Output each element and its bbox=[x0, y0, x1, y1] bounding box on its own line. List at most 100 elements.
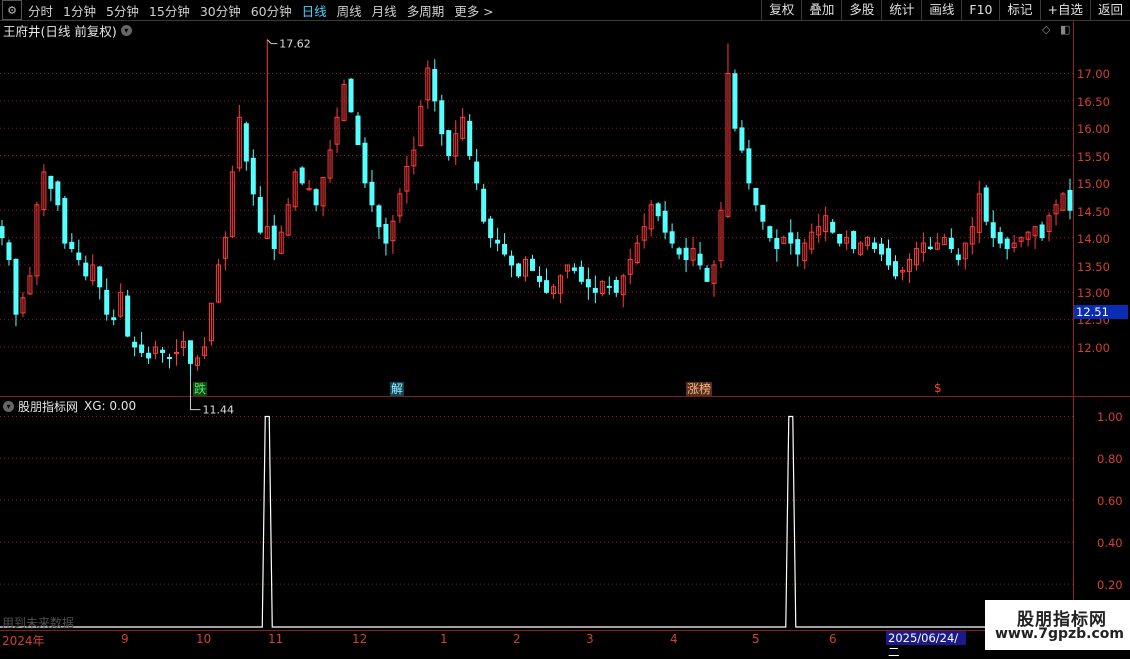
candle-body bbox=[111, 317, 117, 321]
indicator-tick: 1.00 bbox=[1097, 410, 1123, 424]
candle-body bbox=[243, 123, 249, 162]
candle-body bbox=[432, 69, 438, 102]
candle-body bbox=[13, 258, 19, 315]
price-tick: 14.50 bbox=[1077, 205, 1110, 219]
candle-body bbox=[739, 127, 745, 151]
candle-body bbox=[348, 78, 354, 113]
candle-body bbox=[578, 266, 584, 282]
price-tick: 16.00 bbox=[1077, 122, 1110, 136]
indicator-value: XG: 0.00 bbox=[84, 399, 137, 413]
candle-body bbox=[383, 223, 389, 244]
date-tick: 2 bbox=[513, 632, 521, 646]
candle-body bbox=[697, 253, 703, 266]
candle-body bbox=[1067, 189, 1073, 211]
candle-body bbox=[830, 221, 836, 233]
candle-body bbox=[983, 187, 989, 222]
price-tick: 13.00 bbox=[1077, 286, 1110, 300]
candle-body bbox=[760, 204, 766, 222]
candle-body bbox=[927, 246, 933, 250]
candle-body bbox=[774, 238, 780, 250]
candle-body bbox=[6, 242, 12, 260]
high-pointer bbox=[266, 39, 278, 45]
price-tick: 14.00 bbox=[1077, 232, 1110, 246]
candle-body bbox=[139, 344, 145, 353]
candle-body bbox=[467, 120, 473, 157]
candle-body bbox=[446, 130, 452, 157]
date-tick: 9 bbox=[121, 632, 129, 646]
high-label: 17.62 bbox=[279, 38, 311, 51]
candle-body bbox=[495, 239, 501, 244]
candle-body bbox=[606, 285, 612, 288]
price-tick: 13.50 bbox=[1077, 260, 1110, 274]
price-tick: 17.00 bbox=[1077, 67, 1110, 81]
candle-body bbox=[104, 289, 110, 315]
candle-body bbox=[167, 357, 173, 360]
candle-body bbox=[69, 241, 75, 250]
candle-body bbox=[97, 266, 103, 288]
marker-jie[interactable]: 解 bbox=[390, 382, 405, 396]
candle-body bbox=[83, 262, 89, 277]
candle-body bbox=[271, 225, 277, 250]
candle-body bbox=[837, 234, 843, 244]
candle-body bbox=[76, 252, 82, 260]
date-tick: 11 bbox=[268, 632, 284, 646]
candle-body bbox=[313, 189, 319, 206]
indicator-tick: 0.40 bbox=[1097, 536, 1123, 550]
chart-canvas: 17.62 11.44 bbox=[0, 38, 1073, 628]
candle-body bbox=[655, 203, 661, 217]
candle-body bbox=[0, 226, 5, 239]
indicator-tick: 0.80 bbox=[1097, 452, 1123, 466]
candle-body bbox=[362, 142, 368, 184]
indicator-series bbox=[0, 415, 1073, 628]
marker-die[interactable]: 跌 bbox=[193, 382, 208, 396]
candle-body bbox=[132, 341, 138, 348]
date-tick: 1 bbox=[440, 632, 448, 646]
candle-body bbox=[662, 210, 668, 233]
candle-body bbox=[516, 263, 522, 277]
marker-zhangbang[interactable]: 涨榜 bbox=[686, 382, 713, 396]
candle-body bbox=[886, 248, 892, 266]
candle-body bbox=[676, 248, 682, 255]
candle-body bbox=[376, 205, 382, 228]
candle-body bbox=[481, 188, 487, 222]
candle-body bbox=[795, 239, 801, 255]
candle-body bbox=[439, 100, 445, 135]
indicator-tick: 0.60 bbox=[1097, 494, 1123, 508]
candle-body bbox=[48, 175, 54, 189]
candle-body bbox=[174, 351, 180, 354]
price-annotations: 17.62 11.44 bbox=[189, 38, 311, 417]
candle-body bbox=[851, 231, 857, 250]
candle-body bbox=[187, 340, 193, 364]
price-tick: 15.00 bbox=[1077, 177, 1110, 191]
candle-body bbox=[55, 181, 61, 206]
candle-body bbox=[146, 352, 152, 359]
candle-body bbox=[488, 218, 494, 239]
candle-body bbox=[257, 197, 263, 233]
candle-body bbox=[571, 267, 577, 271]
candle-body bbox=[872, 242, 878, 250]
date-tick: 5 bbox=[752, 632, 760, 646]
date-tick: 3 bbox=[586, 632, 594, 646]
current-price-badge: 12.51 bbox=[1074, 305, 1128, 319]
candle-body bbox=[355, 115, 361, 146]
candle-body bbox=[948, 237, 954, 250]
marker-dollar[interactable]: $ bbox=[933, 381, 943, 395]
grid-lines bbox=[0, 73, 1073, 585]
low-label: 11.44 bbox=[202, 404, 234, 417]
candle-body bbox=[746, 148, 752, 184]
candle-body bbox=[753, 187, 759, 206]
date-tick: 10 bbox=[196, 632, 212, 646]
price-tick: 15.50 bbox=[1077, 150, 1110, 164]
candle-body bbox=[369, 181, 375, 206]
candle-body bbox=[669, 231, 675, 244]
candle-body bbox=[509, 255, 515, 266]
candle-body bbox=[997, 232, 1003, 244]
candle-body bbox=[299, 167, 305, 184]
indicator-tick: 0.20 bbox=[1097, 578, 1123, 592]
candle-body bbox=[990, 222, 996, 239]
candle-body bbox=[704, 267, 710, 282]
chevron-down-icon[interactable]: ▾ bbox=[3, 400, 14, 412]
candle-body bbox=[788, 232, 794, 244]
price-tick: 16.50 bbox=[1077, 95, 1110, 109]
indicator-title: 股朋指标网 bbox=[18, 399, 79, 414]
